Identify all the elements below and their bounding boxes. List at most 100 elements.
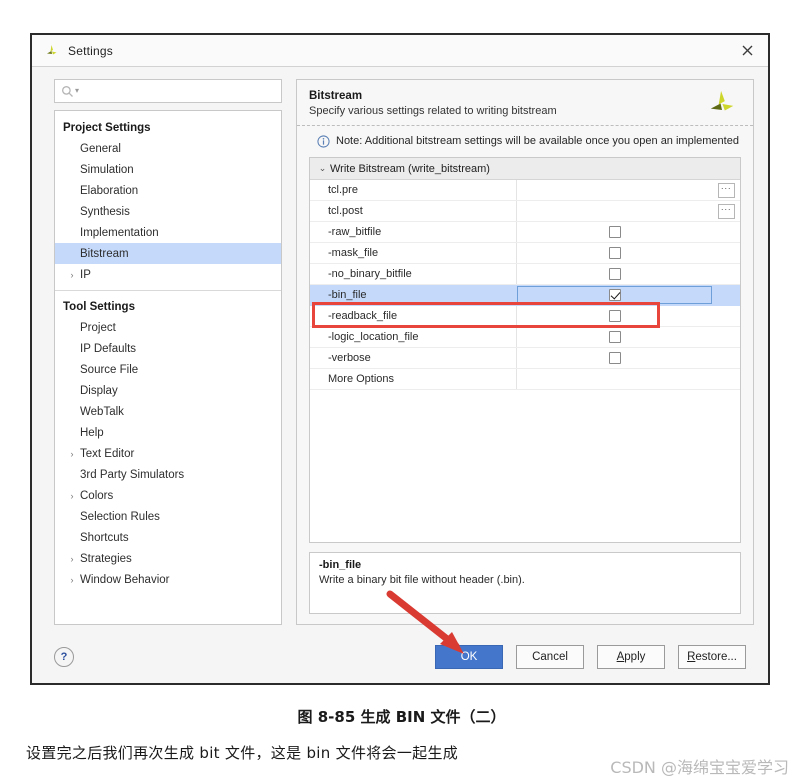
button-label: OK	[460, 651, 478, 663]
panel-title: Bitstream	[309, 90, 363, 102]
table-row[interactable]: -bin_file	[310, 285, 740, 306]
option-value-cell[interactable]	[517, 306, 712, 326]
chevron-right-icon[interactable]: ›	[66, 449, 78, 459]
settings-tree[interactable]: Project Settings General Simulation Elabora…	[54, 110, 282, 625]
sidebar-item-general[interactable]: General	[55, 138, 281, 159]
sidebar-item-label: General	[80, 142, 121, 155]
sidebar-item-label: Simulation	[80, 163, 134, 176]
chevron-down-icon[interactable]: ⌄	[317, 163, 328, 174]
browse-ellipsis-button[interactable]: ···	[717, 203, 735, 219]
table-row[interactable]: tcl.post ···	[310, 201, 740, 222]
sidebar-item-elaboration[interactable]: Elaboration	[55, 180, 281, 201]
sidebar-item-label: Display	[80, 384, 118, 397]
description-text: Write a binary bit file without header (…	[319, 574, 525, 586]
table-row[interactable]: -raw_bitfile	[310, 222, 740, 243]
checkbox-unchecked[interactable]	[608, 331, 621, 343]
sidebar-item-label: Shortcuts	[80, 531, 129, 544]
option-name: -bin_file	[328, 289, 367, 301]
sidebar-item-shortcuts[interactable]: Shortcuts	[55, 527, 281, 548]
search-box[interactable]: ▾	[54, 79, 282, 103]
option-value-cell[interactable]	[517, 201, 712, 221]
sidebar-item-strategies[interactable]: › Strategies	[55, 548, 281, 569]
button-label: Restore...	[687, 651, 737, 663]
header-divider	[297, 125, 753, 126]
sidebar-item-3rd-party-simulators[interactable]: 3rd Party Simulators	[55, 464, 281, 485]
sidebar-item-label: 3rd Party Simulators	[80, 468, 185, 481]
option-name: -raw_bitfile	[310, 222, 517, 242]
table-row[interactable]: -no_binary_bitfile	[310, 264, 740, 285]
option-name: tcl.pre	[310, 180, 517, 200]
sidebar-item-bitstream[interactable]: Bitstream	[55, 243, 281, 264]
help-button[interactable]: ?	[54, 647, 74, 667]
sidebar-item-display[interactable]: Display	[55, 380, 281, 401]
vivado-logo-icon	[47, 44, 57, 54]
sidebar-item-label: Window Behavior	[80, 573, 170, 586]
option-value-cell[interactable]	[517, 180, 712, 200]
figure-caption: 图 8-85 生成 BIN 文件（二）	[297, 708, 506, 726]
chevron-right-icon[interactable]: ›	[66, 575, 78, 585]
sidebar-item-colors[interactable]: › Colors	[55, 485, 281, 506]
table-row[interactable]: tcl.pre ···	[310, 180, 740, 201]
checkbox-unchecked[interactable]	[608, 226, 621, 238]
restore-button[interactable]: Restore...	[678, 645, 746, 669]
sidebar-item-window-behavior[interactable]: › Window Behavior	[55, 569, 281, 590]
table-row[interactable]: More Options	[310, 369, 740, 390]
sidebar-item-implementation[interactable]: Implementation	[55, 222, 281, 243]
browse-ellipsis-button[interactable]: ···	[717, 182, 735, 198]
sidebar-item-label: Bitstream	[80, 247, 129, 260]
cancel-button[interactable]: Cancel	[516, 645, 584, 669]
sidebar-item-label: IP Defaults	[80, 342, 137, 355]
checkbox-unchecked[interactable]	[608, 247, 621, 259]
sidebar-item-ip-defaults[interactable]: IP Defaults	[55, 338, 281, 359]
option-name: More Options	[310, 369, 517, 389]
sidebar-item-project[interactable]: Project	[55, 317, 281, 338]
checkbox-checked[interactable]	[608, 289, 621, 301]
option-value-cell[interactable]	[517, 286, 712, 304]
table-group-header[interactable]: ⌄ Write Bitstream (write_bitstream)	[310, 158, 740, 180]
option-value-cell[interactable]	[517, 243, 712, 263]
option-value-cell[interactable]	[517, 369, 712, 389]
table-row[interactable]: -logic_location_file	[310, 327, 740, 348]
sidebar-item-source-file[interactable]: Source File	[55, 359, 281, 380]
sidebar-item-text-editor[interactable]: › Text Editor	[55, 443, 281, 464]
ok-button[interactable]: OK	[435, 645, 503, 669]
sidebar-item-simulation[interactable]: Simulation	[55, 159, 281, 180]
settings-dialog: Settings ▾ Project Settings General Simu…	[30, 33, 770, 685]
checkbox-unchecked[interactable]	[608, 268, 621, 280]
option-value-cell[interactable]	[517, 264, 712, 284]
option-name: -no_binary_bitfile	[310, 264, 517, 284]
chevron-right-icon[interactable]: ›	[66, 491, 78, 501]
sidebar-item-label: Colors	[80, 489, 114, 502]
search-icon	[62, 85, 73, 97]
option-browse-cell	[712, 327, 740, 347]
chevron-right-icon[interactable]: ›	[66, 270, 78, 280]
option-value-cell[interactable]	[517, 348, 712, 368]
table-row[interactable]: -verbose	[310, 348, 740, 369]
sidebar-item-label: Elaboration	[80, 184, 139, 197]
close-icon[interactable]	[736, 40, 758, 62]
bitstream-options-table[interactable]: ⌄ Write Bitstream (write_bitstream) tcl.…	[309, 157, 741, 543]
checkbox-unchecked[interactable]	[608, 352, 621, 364]
sidebar-item-ip[interactable]: › IP	[55, 264, 281, 285]
sidebar-item-label: Synthesis	[80, 205, 130, 218]
tree-separator	[55, 290, 281, 291]
apply-button[interactable]: Apply	[597, 645, 665, 669]
option-value-cell[interactable]	[517, 222, 712, 242]
search-input[interactable]	[79, 85, 275, 97]
option-name: -logic_location_file	[310, 327, 517, 347]
checkbox-unchecked[interactable]	[608, 310, 621, 322]
sidebar-item-webtalk[interactable]: WebTalk	[55, 401, 281, 422]
dialog-titlebar: Settings	[32, 35, 768, 67]
chevron-right-icon[interactable]: ›	[66, 554, 78, 564]
csdn-watermark: CSDN @海绵宝宝爱学习	[610, 758, 789, 777]
option-value-cell[interactable]	[517, 327, 712, 347]
sidebar-item-selection-rules[interactable]: Selection Rules	[55, 506, 281, 527]
sidebar-item-help[interactable]: Help	[55, 422, 281, 443]
bitstream-note: Note: Additional bitstream settings will…	[309, 135, 741, 157]
table-row[interactable]: -readback_file	[310, 306, 740, 327]
sidebar-item-label: Text Editor	[80, 447, 135, 460]
table-row[interactable]: -mask_file	[310, 243, 740, 264]
option-browse-cell	[712, 222, 740, 242]
option-browse-cell: ···	[712, 180, 740, 200]
sidebar-item-synthesis[interactable]: Synthesis	[55, 201, 281, 222]
